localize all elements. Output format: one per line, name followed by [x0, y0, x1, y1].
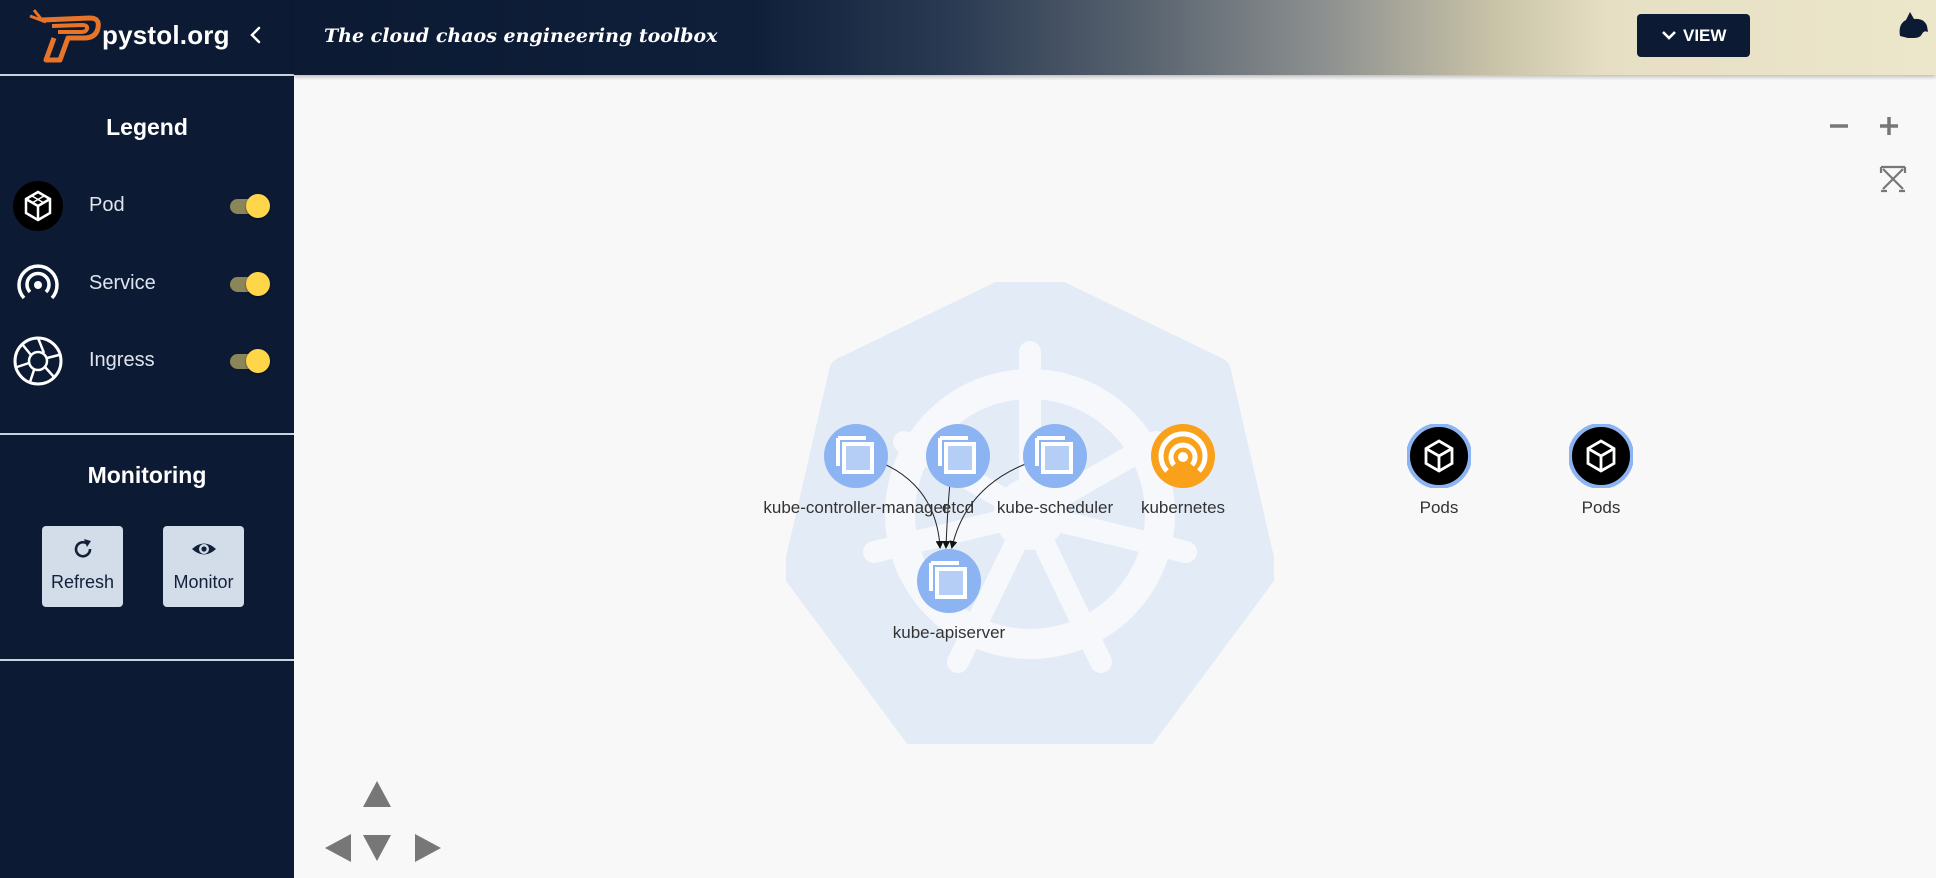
- view-button-label: VIEW: [1683, 26, 1727, 45]
- sidebar: pystol.org Legend Pod Service Ingress Mo…: [0, 0, 294, 878]
- node-label: kube-controller-manager: [763, 498, 949, 517]
- pan-left-icon[interactable]: [323, 833, 353, 863]
- monitor-button[interactable]: Monitor: [163, 526, 244, 607]
- header-tagline: The cloud chaos engineering toolbox: [324, 25, 718, 47]
- legend-label-service: Service: [89, 272, 156, 294]
- github-cat-icon[interactable]: [1894, 8, 1930, 44]
- legend-item-pod: Pod: [12, 180, 282, 232]
- zoom-out-icon[interactable]: [1824, 111, 1854, 141]
- brand-name[interactable]: pystol.org: [102, 20, 230, 51]
- legend-item-ingress: Ingress: [12, 335, 282, 387]
- component-node-icon[interactable]: [926, 424, 990, 488]
- legend-label-pod: Pod: [89, 194, 125, 216]
- brand-bar: pystol.org: [0, 0, 294, 76]
- component-node-icon[interactable]: [1023, 424, 1087, 488]
- node-label: etcd: [941, 498, 975, 517]
- node-label: kube-apiserver: [892, 623, 1006, 642]
- refresh-button[interactable]: Refresh: [42, 526, 123, 607]
- component-node-icon[interactable]: [824, 424, 888, 488]
- pystol-logo-icon[interactable]: [28, 6, 104, 64]
- pan-up-icon[interactable]: [362, 779, 392, 809]
- node-label: Pods: [1419, 498, 1459, 517]
- chevron-down-icon: [1662, 31, 1676, 40]
- collapse-sidebar-icon[interactable]: [244, 20, 268, 50]
- service-icon: [17, 264, 59, 300]
- pod-node-icon[interactable]: [1407, 424, 1471, 488]
- graph-canvas[interactable]: kube-controller-manager etcd kube-schedu…: [294, 77, 1936, 878]
- legend-title: Legend: [106, 114, 188, 140]
- monitoring-title: Monitoring: [87, 462, 207, 488]
- ingress-toggle[interactable]: [228, 349, 272, 373]
- node-label: kube-scheduler: [996, 498, 1114, 517]
- node-label: kubernetes: [1140, 498, 1226, 517]
- refresh-icon: [74, 539, 92, 558]
- legend-item-service: Service: [12, 258, 282, 310]
- sidebar-divider: [0, 433, 294, 435]
- ingress-icon: [13, 336, 63, 386]
- top-header: The cloud chaos engineering toolbox VIEW: [294, 0, 1936, 75]
- refresh-label: Refresh: [50, 572, 115, 592]
- service-node-icon[interactable]: [1151, 424, 1215, 488]
- component-node-icon[interactable]: [917, 549, 981, 613]
- pod-toggle[interactable]: [228, 194, 272, 218]
- pan-down-icon[interactable]: [362, 833, 392, 863]
- service-toggle[interactable]: [228, 272, 272, 296]
- eye-icon: [192, 543, 216, 555]
- monitor-label: Monitor: [173, 572, 234, 592]
- node-label: Pods: [1581, 498, 1621, 517]
- pod-icon: [13, 181, 63, 231]
- fit-view-icon[interactable]: [1878, 164, 1908, 194]
- legend-label-ingress: Ingress: [89, 349, 155, 371]
- pod-node-icon[interactable]: [1569, 424, 1633, 488]
- zoom-in-icon[interactable]: [1874, 111, 1904, 141]
- view-button[interactable]: VIEW: [1637, 14, 1750, 57]
- sidebar-divider: [0, 659, 294, 661]
- graph-edges: [881, 462, 1029, 549]
- pan-right-icon[interactable]: [413, 833, 443, 863]
